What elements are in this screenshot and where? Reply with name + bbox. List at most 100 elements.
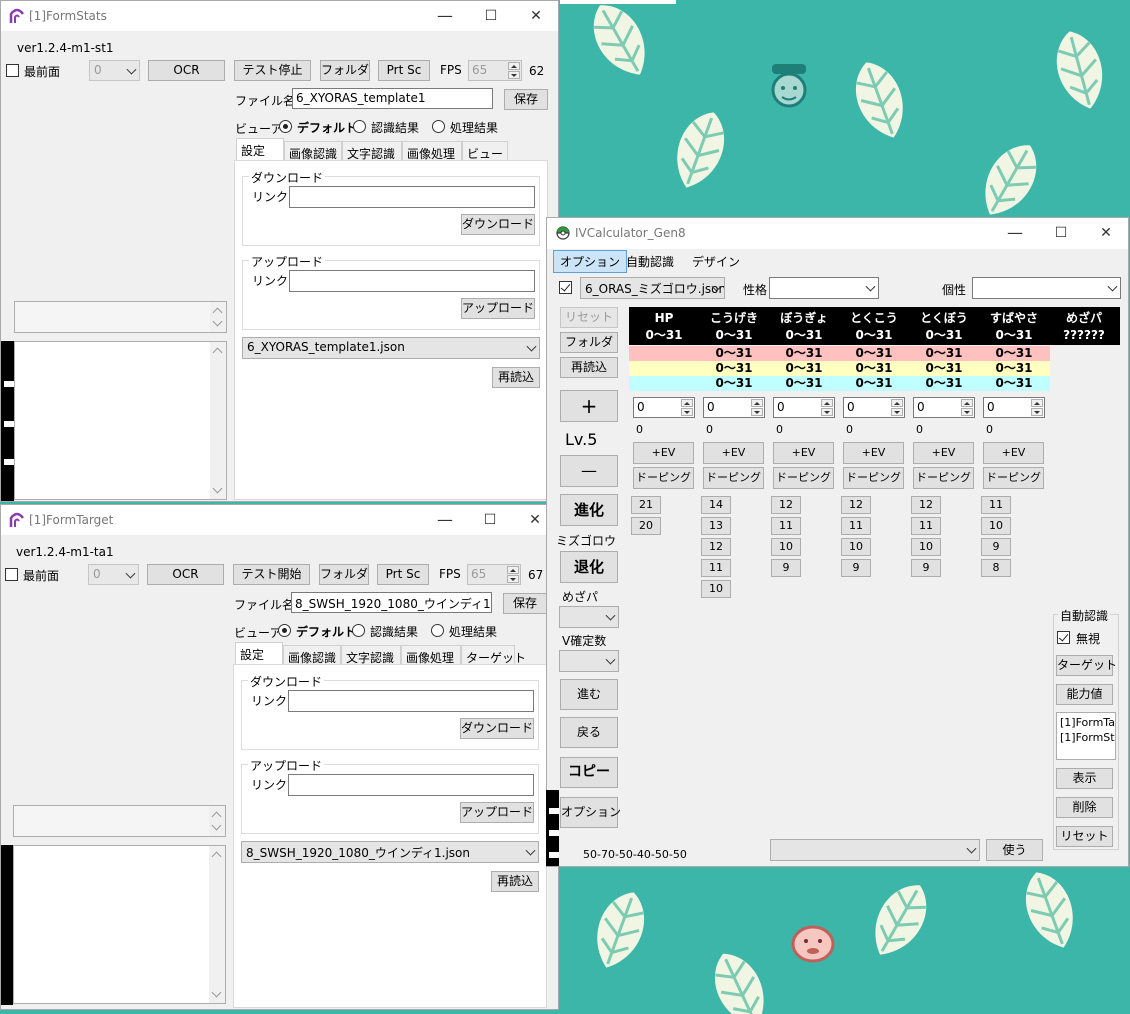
- stat-candidate-button[interactable]: 9: [981, 538, 1011, 556]
- download-link-input[interactable]: [288, 690, 534, 712]
- tab-image-recognition[interactable]: 画像認識: [284, 141, 342, 161]
- scrollbar[interactable]: [209, 806, 225, 836]
- level-down-button[interactable]: —: [560, 455, 618, 487]
- ev-input[interactable]: 0: [983, 397, 1045, 418]
- doping-button[interactable]: ドーピング: [633, 467, 694, 489]
- save-button[interactable]: 保存: [503, 593, 547, 614]
- camera-select[interactable]: 0: [89, 60, 140, 81]
- stat-candidate-button[interactable]: 9: [771, 559, 801, 577]
- stat-candidate-button[interactable]: 10: [841, 538, 871, 556]
- menu-options[interactable]: オプション: [553, 250, 628, 273]
- stat-candidate-button[interactable]: 12: [841, 496, 871, 514]
- reset-button[interactable]: リセット: [560, 307, 618, 328]
- template-select[interactable]: 8_SWSH_1920_1080_ウインディ1.json: [241, 841, 539, 863]
- tab-settings[interactable]: 設定: [236, 138, 284, 160]
- viewer-default-radio[interactable]: [279, 120, 292, 133]
- stat-candidate-button[interactable]: 12: [911, 496, 941, 514]
- tab-image-processing[interactable]: 画像処理: [402, 141, 462, 161]
- hidden-power-select[interactable]: [559, 606, 619, 628]
- stat-value-button[interactable]: 能力値: [1056, 684, 1113, 705]
- stat-candidate-button[interactable]: 8: [981, 559, 1011, 577]
- viewer-result-radio[interactable]: [352, 624, 365, 637]
- test-start-button[interactable]: テスト開始: [233, 564, 310, 585]
- folder-button[interactable]: フォルダ: [320, 60, 370, 81]
- minimize-icon[interactable]: —: [434, 5, 456, 27]
- maximize-icon[interactable]: ☐: [480, 5, 502, 27]
- viewer-processed-radio[interactable]: [431, 624, 444, 637]
- menu-design[interactable]: デザイン: [686, 251, 746, 272]
- stat-candidate-button[interactable]: 10: [771, 538, 801, 556]
- maximize-icon[interactable]: ☐: [479, 509, 501, 531]
- upload-button[interactable]: アップロード: [460, 802, 534, 823]
- nature-select[interactable]: [769, 277, 879, 299]
- minimize-icon[interactable]: —: [434, 509, 456, 531]
- upload-link-input[interactable]: [289, 270, 535, 292]
- auto-reset-button[interactable]: リセット: [1056, 826, 1113, 847]
- log-textbox[interactable]: [13, 805, 226, 837]
- add-ev-button[interactable]: +EV: [843, 442, 904, 464]
- stat-candidate-button[interactable]: 11: [911, 517, 941, 535]
- ev-input[interactable]: 0: [913, 397, 975, 418]
- test-stop-button[interactable]: テスト停止: [234, 60, 311, 81]
- folder-button[interactable]: フォルダ: [560, 332, 618, 353]
- download-button[interactable]: ダウンロード: [461, 214, 535, 235]
- viewer-result-radio[interactable]: [353, 120, 366, 133]
- close-icon[interactable]: ✕: [524, 509, 546, 531]
- add-ev-button[interactable]: +EV: [633, 442, 694, 464]
- minimize-icon[interactable]: —: [1004, 222, 1026, 244]
- forward-button[interactable]: 進む: [560, 679, 618, 710]
- tab-image-recognition[interactable]: 画像認識: [283, 645, 341, 665]
- spinner-down-icon[interactable]: [1031, 408, 1043, 416]
- v-count-select[interactable]: [559, 650, 619, 672]
- add-ev-button[interactable]: +EV: [703, 442, 764, 464]
- viewer-processed-radio[interactable]: [432, 120, 445, 133]
- spinner-up-icon[interactable]: [961, 399, 973, 407]
- doping-button[interactable]: ドーピング: [773, 467, 834, 489]
- stat-candidate-button[interactable]: 11: [771, 517, 801, 535]
- stat-candidate-button[interactable]: 11: [701, 559, 731, 577]
- characteristic-select[interactable]: [972, 277, 1121, 299]
- ocr-button[interactable]: OCR: [148, 60, 225, 81]
- stat-candidate-button[interactable]: 10: [701, 580, 731, 598]
- reload-button[interactable]: 再読込: [492, 367, 540, 388]
- tab-settings[interactable]: 設定: [235, 642, 283, 664]
- add-ev-button[interactable]: +EV: [773, 442, 834, 464]
- stat-candidate-button[interactable]: 11: [841, 517, 871, 535]
- tab-text-recognition[interactable]: 文字認識: [342, 141, 402, 161]
- spinner-up-icon[interactable]: [1031, 399, 1043, 407]
- pokemon-file-select[interactable]: 6_ORAS_ミズゴロウ.json: [580, 277, 725, 299]
- stat-candidate-button[interactable]: 10: [911, 538, 941, 556]
- devolve-button[interactable]: 退化: [560, 551, 618, 583]
- stat-candidate-button[interactable]: 11: [981, 496, 1011, 514]
- prtsc-button[interactable]: Prt Sc: [378, 60, 430, 81]
- stat-candidate-button[interactable]: 13: [701, 517, 731, 535]
- stat-candidate-button[interactable]: 10: [981, 517, 1011, 535]
- title-bar[interactable]: [1]FormStats — ☐ ✕: [1, 1, 558, 31]
- fps-spinner[interactable]: 65: [468, 60, 522, 81]
- upload-button[interactable]: アップロード: [461, 298, 535, 319]
- template-select[interactable]: 6_XYORAS_template1.json: [242, 337, 540, 359]
- stat-candidate-button[interactable]: 12: [771, 496, 801, 514]
- scrollbar[interactable]: [209, 846, 225, 1003]
- title-bar[interactable]: [1]FormTarget — ☐ ✕: [1, 505, 558, 535]
- prtsc-button[interactable]: Prt Sc: [377, 564, 429, 585]
- reload-button[interactable]: 再読込: [491, 871, 539, 892]
- doping-button[interactable]: ドーピング: [703, 467, 764, 489]
- ev-input[interactable]: 0: [703, 397, 765, 418]
- filename-input[interactable]: 8_SWSH_1920_1080_ウインディ1: [291, 592, 492, 613]
- preview-list[interactable]: [14, 341, 227, 500]
- use-button[interactable]: 使う: [986, 839, 1043, 861]
- file-checkbox[interactable]: [559, 281, 572, 294]
- back-button[interactable]: 戻る: [560, 717, 618, 748]
- spinner-up-icon[interactable]: [681, 399, 693, 407]
- stat-candidate-button[interactable]: 20: [631, 517, 661, 535]
- add-ev-button[interactable]: +EV: [913, 442, 974, 464]
- history-select[interactable]: [770, 839, 980, 861]
- ev-input[interactable]: 0: [843, 397, 905, 418]
- stat-candidate-button[interactable]: 9: [841, 559, 871, 577]
- ev-input[interactable]: 0: [633, 397, 695, 418]
- fps-spinner[interactable]: 65: [467, 564, 521, 585]
- tab-target[interactable]: ターゲット: [461, 645, 526, 665]
- stat-candidate-button[interactable]: 21: [631, 496, 661, 514]
- window-listbox[interactable]: [1]FormTar [1]FormSta: [1056, 712, 1116, 760]
